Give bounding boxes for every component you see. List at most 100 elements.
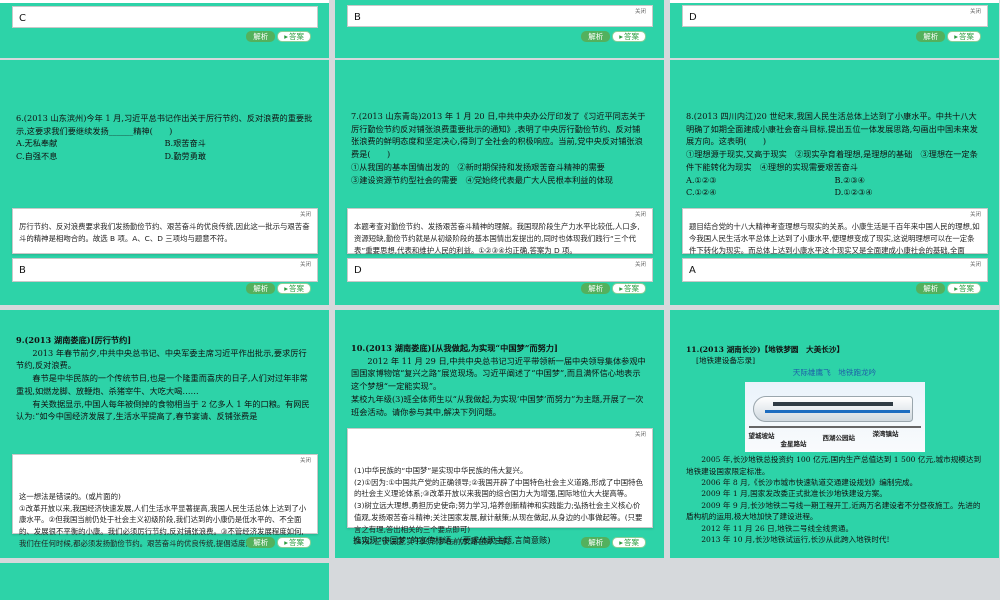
answer-label: 答案 — [624, 32, 639, 41]
close-button[interactable]: 关闭 — [300, 211, 311, 220]
slide-1: C 解析 ▸ 答案 — [0, 0, 329, 58]
statement-2: ③建设资源节约型社会的需要 ④党始终代表最广大人民根本利益的体现 — [351, 174, 614, 185]
answer-box: 关闭 D — [347, 258, 653, 282]
analysis-label: 解析 — [923, 32, 939, 41]
analysis-button[interactable]: 解析 — [246, 31, 276, 42]
arrow-icon: ▸ — [954, 32, 958, 41]
station-label: 溁湾镇站 — [872, 430, 899, 439]
train-windows — [772, 402, 893, 407]
answer-button[interactable]: ▸ 答案 — [612, 283, 646, 294]
question-card: 9.(2013 湖南娄底)[厉行节约] 2013 年春节前夕,中共中央总书记、中… — [10, 330, 319, 440]
analysis-button[interactable]: 解析 — [916, 31, 946, 42]
analysis-button[interactable]: 解析 — [581, 537, 611, 548]
slide-buttons: 解析 ▸ 答案 — [246, 537, 311, 548]
close-button[interactable]: 关闭 — [635, 431, 646, 440]
slide-4: 6.(2013 山东滨州)今年 1 月,习近平总书记作出关于厉行节约、反对浪费的… — [0, 60, 329, 305]
answer-button[interactable]: ▸ 答案 — [277, 31, 311, 42]
analysis-popup: 关闭 厉行节约、反对浪费要求我们发扬勤俭节约、艰苦奋斗的优良传统,因此这一批示与… — [12, 208, 318, 254]
question-card: 10.(2013 湖南娄底)[从我做起,为实现“中国梦”而努力] 2012 年 … — [345, 338, 654, 428]
slide-buttons: 解析 ▸ 答案 — [581, 537, 646, 548]
close-button[interactable]: 关闭 — [970, 260, 981, 268]
analysis-text: 厉行节约、反对浪费要求我们发扬勤俭节约、艰苦奋斗的优良传统,因此这一批示与艰苦奋… — [19, 222, 310, 243]
option-a: A.①②③ — [686, 174, 717, 185]
train-icon — [752, 396, 913, 423]
question-card: 8.(2013 四川内江)20 世纪末,我国人民生活总体上达到了小康水平。中共十… — [680, 106, 989, 206]
slide-8: 10.(2013 湖南娄底)[从我做起,为实现“中国梦”而努力] 2012 年 … — [335, 310, 664, 558]
banner-text: 天际雄鹰飞 地铁跑龙吟 — [792, 367, 877, 377]
answer-text: B — [354, 12, 361, 23]
answer-label: 答案 — [624, 284, 639, 293]
analysis-text: 题目结合党的十八大精神考查理想与现实的关系。小康生活是千百年来中国人民的理想,如… — [689, 222, 980, 255]
answer-button[interactable]: ▸ 答案 — [277, 537, 311, 548]
slide-buttons: 解析 ▸ 答案 — [246, 31, 311, 42]
slide-buttons: 解析 ▸ 答案 — [581, 31, 646, 42]
analysis-label: 解析 — [253, 284, 269, 293]
close-button[interactable]: 关闭 — [300, 457, 311, 466]
paragraph-4: 2009 年 9 月,长沙地铁二号线一期工程开工,近两万名建设者不分昼夜施工。先… — [686, 500, 981, 522]
question-card: 7.(2013 山东青岛)2013 年 1 月 20 日,中共中央办公厅印发了《… — [345, 106, 654, 206]
station-label: 望城坡站 — [748, 432, 775, 441]
answer-box: 关闭 B — [347, 5, 653, 27]
analysis-button[interactable]: 解析 — [246, 283, 276, 294]
answer-label: 答案 — [289, 284, 304, 293]
answer-button[interactable]: ▸ 答案 — [277, 283, 311, 294]
close-button[interactable]: 关闭 — [635, 7, 646, 15]
answer-text: D — [689, 12, 697, 23]
option-d: D.①②③④ — [834, 187, 873, 198]
option-c: C.①②④ — [686, 187, 717, 198]
close-button[interactable]: 关闭 — [300, 260, 311, 268]
analysis-label: 解析 — [588, 284, 604, 293]
arrow-icon: ▸ — [619, 538, 623, 547]
analysis-button[interactable]: 解析 — [916, 283, 946, 294]
answer-button[interactable]: ▸ 答案 — [947, 31, 981, 42]
answer-text: D — [354, 265, 362, 276]
statement-1: ①从我国的基本国情出发的 ②新时期保持和发扬艰苦奋斗精神的需要 — [351, 161, 605, 172]
question-subheading: [地铁建设备忘录] — [696, 356, 756, 366]
paragraph-2: 春节是中华民族的一个传统节日,也是一个隆重而喜庆的日子,人们对过年非常重视,如燃… — [16, 373, 308, 396]
paragraph-5: 2012 年 11 月 26 日,地铁二号线全线贯通。 — [701, 523, 854, 533]
question-card: 6.(2013 山东滨州)今年 1 月,习近平总书记作出关于厉行节约、反对浪费的… — [10, 108, 319, 206]
slide-buttons: 解析 ▸ 答案 — [581, 283, 646, 294]
close-button[interactable]: 关闭 — [635, 260, 646, 268]
paragraph-6: 2013 年 10 月,长沙地铁试运行,长沙从此跨入地铁时代! — [701, 534, 890, 544]
paragraph-1: 2005 年,长沙地铁总投资约 100 亿元,国内生产总值达到 1 500 亿元… — [686, 455, 982, 476]
slide-3: 关闭 D 解析 ▸ 答案 — [670, 0, 999, 58]
answer-box: 关闭 D — [682, 5, 988, 27]
arrow-icon: ▸ — [619, 32, 623, 41]
close-button[interactable]: 关闭 — [635, 211, 646, 220]
options: A.①②③ B.②③④ C.①②④ D.①②③④ — [686, 174, 983, 199]
paragraph-3: 2009 年 1 月,国家发改委正式批准长沙地铁建设方案。 — [701, 489, 887, 499]
station-label: 西湖公园站 — [822, 434, 856, 443]
slide-buttons: 解析 ▸ 答案 — [916, 31, 981, 42]
track-line — [748, 426, 921, 429]
answer-button[interactable]: ▸ 答案 — [612, 31, 646, 42]
analysis-popup: 关闭 题目结合党的十八大精神考查理想与现实的关系。小康生活是千百年来中国人民的理… — [682, 208, 988, 255]
answer-text: C — [19, 13, 26, 24]
close-button[interactable]: 关闭 — [970, 7, 981, 15]
question-text: 6.(2013 山东滨州)今年 1 月,习近平总书记作出关于厉行节约、反对浪费的… — [16, 113, 313, 136]
analysis-button[interactable]: 解析 — [246, 537, 276, 548]
answer-label: 答案 — [624, 538, 639, 547]
close-button[interactable]: 关闭 — [970, 211, 981, 220]
question-heading: 10.(2013 湖南娄底)[从我做起,为实现“中国梦”而努力] — [351, 343, 558, 353]
analysis-label: 解析 — [588, 32, 604, 41]
analysis-button[interactable]: 解析 — [581, 283, 611, 294]
slide-2: 关闭 B 解析 ▸ 答案 — [335, 0, 664, 58]
question-card: 11.(2013 湖南长沙)【地铁梦圆 大美长沙】 [地铁建设备忘录] 天际雄鹰… — [680, 340, 989, 555]
slide-5: 7.(2013 山东青岛)2013 年 1 月 20 日,中共中央办公厅印发了《… — [335, 60, 664, 305]
answer-button[interactable]: ▸ 答案 — [612, 537, 646, 548]
answer-label: 答案 — [289, 32, 304, 41]
analysis-popup: 关闭 本题考查对勤俭节约、发扬艰苦奋斗精神的理解。我国现阶段生产力水平比较低,人… — [347, 208, 653, 255]
answer-label: 答案 — [959, 284, 974, 293]
analysis-label: 解析 — [923, 284, 939, 293]
question-footer: 推实现“中国梦”的宣传标语。(要求体现主题,言简意赅) — [353, 535, 551, 545]
analysis-label: 解析 — [253, 32, 269, 41]
option-a: A.无私奉献 — [16, 138, 58, 149]
paragraph-3: 有关数据显示,中国人每年被倒掉的食物相当于 2 亿多人 1 年的口粮。有网民认为… — [16, 398, 310, 422]
statements: ①理想源于现实,又高于现实 ②现实孕育着理想,是理想的基础 ③理想在一定条件下能… — [686, 149, 978, 172]
arrow-icon: ▸ — [954, 284, 958, 293]
analysis-button[interactable]: 解析 — [581, 31, 611, 42]
answer-button[interactable]: ▸ 答案 — [947, 283, 981, 294]
options: A.无私奉献 B.艰苦奋斗 C.自强不息 D.勤劳勇敢 — [16, 137, 313, 162]
option-c: C.自强不息 — [16, 151, 58, 162]
